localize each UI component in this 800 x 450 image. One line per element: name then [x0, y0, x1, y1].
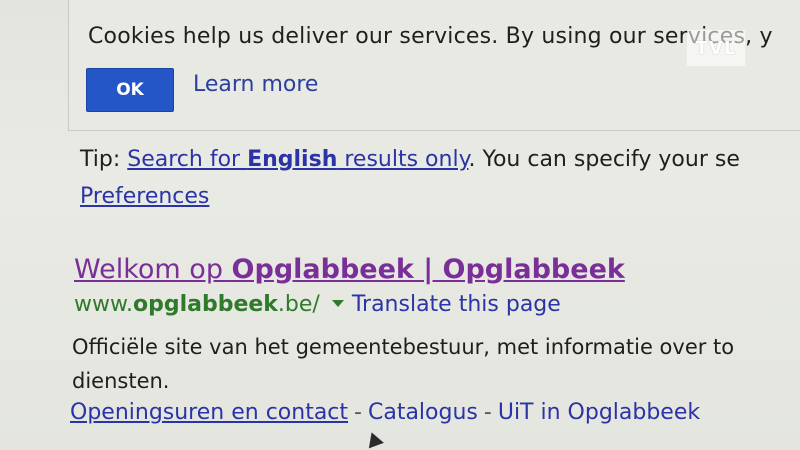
translate-page-link[interactable]: Translate this page [352, 292, 561, 317]
english-link-before: Search for [127, 147, 248, 172]
tip-line: Tip: Search for English results only. Yo… [80, 147, 740, 172]
result-snippet: Officiële site van het gemeentebestuur, … [72, 330, 800, 398]
sitelink-catalogus[interactable]: Catalogus [368, 400, 478, 425]
preferences-link[interactable]: Preferences [80, 184, 209, 209]
result-title-prefix: Welkom op [74, 254, 232, 285]
result-title-link[interactable]: Welkom op Opglabbeek | Opglabbeek [74, 254, 625, 285]
mouse-cursor-icon [364, 429, 384, 449]
result-title-bold: Opglabbeek | Opglabbeek [231, 254, 625, 285]
ok-button[interactable]: OK [86, 68, 174, 112]
sitelink-separator: - [354, 400, 362, 425]
tvl-watermark-logo: TVL [687, 30, 745, 66]
learn-more-link[interactable]: Learn more [193, 72, 318, 97]
snippet-line-2: diensten. [72, 369, 170, 393]
tip-prefix: Tip: [80, 147, 128, 172]
english-link-bold: English [247, 147, 338, 172]
url-bold: opglabbeek [132, 292, 278, 317]
sitelink-openingsuren[interactable]: Openingsuren en contact [70, 400, 348, 425]
tip-suffix: . You can specify your se [468, 147, 740, 172]
english-results-link[interactable]: Search for English results only [127, 147, 468, 172]
sitelink-uit[interactable]: UiT in Opglabbeek [498, 400, 700, 425]
snippet-line-1: Officiële site van het gemeentebestuur, … [72, 335, 735, 359]
browser-screen: Cookies help us deliver our services. By… [0, 0, 800, 450]
dropdown-caret-icon[interactable] [331, 300, 344, 307]
cookie-notice-text: Cookies help us deliver our services. By… [88, 24, 773, 49]
result-url: www.opglabbeek.be/Translate this page [74, 292, 561, 317]
url-suffix: .be/ [277, 292, 320, 317]
url-prefix: www. [74, 292, 133, 317]
sitelinks: Openingsuren en contact - Catalogus - UiT in… [70, 400, 700, 425]
sitelink-separator: - [483, 400, 492, 425]
english-link-after: results only [337, 147, 469, 172]
